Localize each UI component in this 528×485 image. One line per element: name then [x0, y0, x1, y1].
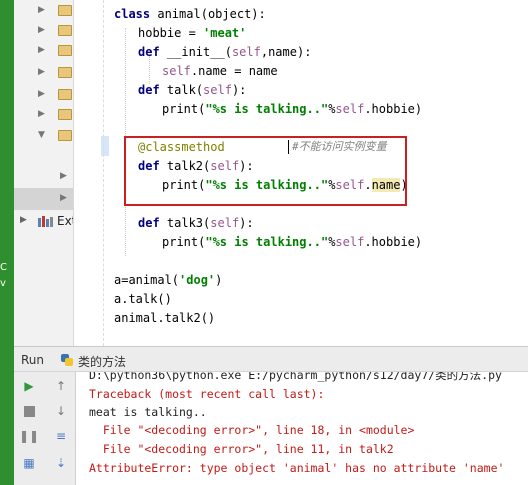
- left-window-edge: C v: [0, 0, 14, 485]
- chevron-down-icon[interactable]: ▼: [38, 130, 45, 140]
- console-line: D:\python36\python.exe E:/pycharm_python…: [89, 372, 502, 382]
- library-icon: [38, 216, 54, 227]
- code-line: print("%s is talking.."%self.hobbie): [162, 102, 423, 116]
- code-line: class animal(object):: [114, 7, 266, 21]
- run-panel-header: Run 类的方法: [14, 346, 528, 372]
- console-line: File "<decoding error>", line 11, in tal…: [89, 442, 394, 456]
- folder-icon: [58, 130, 72, 141]
- text-cursor: [288, 140, 289, 154]
- chevron-right-icon[interactable]: ▶: [38, 89, 45, 99]
- tree-folder-row[interactable]: ▶: [14, 20, 73, 42]
- run-toolbar: ▶ ↑ ↓ ❚❚ ≡ ▦ ⇣: [14, 372, 76, 485]
- console-line: meat is talking..: [89, 405, 207, 419]
- code-line: def talk(self):: [138, 83, 247, 97]
- python-icon: [61, 354, 73, 366]
- chevron-right-icon[interactable]: ▶: [38, 109, 45, 119]
- stop-icon[interactable]: [20, 402, 38, 420]
- chevron-right-icon[interactable]: ▶: [38, 25, 45, 35]
- scroll-end-icon[interactable]: ⇣: [52, 454, 70, 472]
- chevron-right-icon[interactable]: ▶: [38, 45, 45, 55]
- run-panel-label: Run: [21, 353, 45, 367]
- code-line: hobbie = 'meat': [138, 26, 247, 40]
- chevron-right-icon[interactable]: ▶: [38, 5, 45, 15]
- console-output[interactable]: D:\python36\python.exe E:/pycharm_python…: [77, 372, 528, 485]
- folder-icon: [58, 89, 72, 100]
- tree-folder-row[interactable]: ▶: [14, 84, 73, 106]
- code-line: a.talk(): [114, 292, 172, 306]
- code-line: a=animal('dog'): [114, 273, 223, 287]
- tree-external-libraries[interactable]: ▶ Ext: [14, 210, 73, 232]
- tree-item-label: Ext: [57, 214, 73, 228]
- folder-icon: [58, 45, 72, 56]
- code-line: def talk3(self):: [138, 216, 254, 230]
- code-line: def __init__(self,name):: [138, 45, 312, 59]
- tree-folder-row[interactable]: ▶: [14, 62, 73, 84]
- tree-file-row-selected[interactable]: ▶: [14, 188, 73, 210]
- indent-guide: [149, 56, 150, 84]
- chevron-right-icon[interactable]: ▶: [60, 193, 67, 203]
- console-line: File "<decoding error>", line 18, in <mo…: [89, 423, 415, 437]
- run-icon[interactable]: ▶: [20, 377, 38, 395]
- highlight-annotation-box: [124, 136, 407, 206]
- fold-guide: [103, 0, 104, 346]
- tree-folder-row[interactable]: ▶: [14, 104, 73, 126]
- console-line: Traceback (most recent call last):: [89, 387, 325, 401]
- run-config-tab[interactable]: 类的方法: [78, 353, 126, 370]
- edge-text: v: [0, 278, 6, 289]
- folder-icon: [58, 25, 72, 36]
- tree-folder-row-expanded[interactable]: ▼: [14, 125, 73, 147]
- wrap-icon[interactable]: ≡: [52, 427, 70, 445]
- project-tree: ▶ ▶ ▶ ▶ ▶ ▶ ▼ ▶ ▶ ▶ Ext: [14, 0, 74, 346]
- layout-icon[interactable]: ▦: [20, 454, 38, 472]
- folder-icon: [58, 109, 72, 120]
- code-line: self.name = name: [162, 64, 278, 78]
- chevron-right-icon[interactable]: ▶: [60, 171, 67, 181]
- tree-file-row[interactable]: ▶: [14, 166, 73, 188]
- chevron-right-icon[interactable]: ▶: [20, 215, 27, 225]
- folder-icon: [58, 5, 72, 16]
- arrow-up-icon[interactable]: ↑: [52, 377, 70, 395]
- code-line: print("%s is talking.."%self.hobbie): [162, 235, 423, 249]
- tree-folder-row[interactable]: ▶: [14, 40, 73, 62]
- edge-text: C: [0, 262, 7, 273]
- chevron-right-icon[interactable]: ▶: [38, 67, 45, 77]
- arrow-down-icon[interactable]: ↓: [52, 402, 70, 420]
- pause-icon[interactable]: ❚❚: [19, 427, 39, 445]
- code-line: animal.talk2(): [114, 311, 216, 325]
- console-line: AttributeError: type object 'animal' has…: [89, 461, 505, 475]
- tree-folder-row[interactable]: ▶: [14, 0, 73, 22]
- folder-icon: [58, 67, 72, 78]
